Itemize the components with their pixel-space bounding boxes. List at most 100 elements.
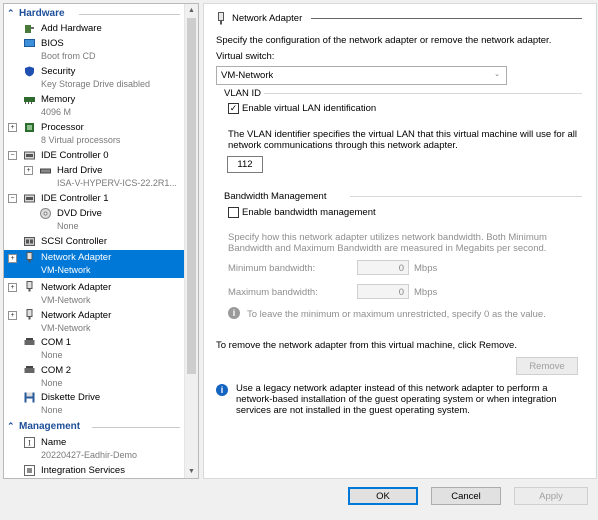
vlan-id-input[interactable]: 112	[227, 156, 263, 173]
tree-item-dvd-drive[interactable]: DVD Drive None	[4, 208, 184, 234]
minimum-bandwidth-unit: Mbps	[414, 263, 438, 274]
tree-scrollbar[interactable]: ▲ ▼	[184, 4, 198, 478]
tree-item-label: Network Adapter	[41, 252, 112, 263]
tree-item-detail: Key Storage Drive disabled	[41, 79, 151, 89]
tree-item-label: Name	[41, 437, 67, 448]
tree-item-add-hardware[interactable]: Add Hardware	[4, 23, 184, 35]
memory-icon	[24, 97, 35, 104]
svg-text:I: I	[28, 439, 31, 448]
tree-item-ide-controller-0[interactable]: − IDE Controller 0	[4, 150, 184, 162]
tree-item-detail: 4096 M	[41, 107, 72, 117]
collapse-icon[interactable]: −	[8, 151, 17, 160]
tree-item-diskette-drive[interactable]: Diskette Drive None	[4, 392, 184, 418]
tree-item-label: BIOS	[41, 38, 64, 49]
tree-item-security[interactable]: Security Key Storage Drive disabled	[4, 66, 184, 92]
dialog-button-bar: OK Cancel Apply	[0, 479, 598, 520]
expand-icon[interactable]: +	[8, 311, 17, 320]
tree-item-label: Integration Services	[41, 465, 125, 476]
tree-item-detail: 20220427-Eadhir-Demo	[41, 450, 138, 460]
legacy-note-line2: network-based installation of the guest …	[236, 394, 557, 405]
management-section-header[interactable]: ⌃ Management	[4, 421, 184, 433]
scroll-down-icon[interactable]: ▼	[185, 465, 198, 478]
scsi-controller-icon	[24, 237, 35, 246]
tree-item-com-1[interactable]: COM 1 None	[4, 337, 184, 363]
tree-item-memory[interactable]: Memory 4096 M	[4, 94, 184, 120]
tree-item-integration-services[interactable]: Integration Services	[4, 465, 184, 477]
legacy-note-line3: services are not installed in the guest …	[236, 405, 470, 416]
expand-icon[interactable]: +	[8, 254, 17, 263]
shield-icon	[25, 66, 34, 77]
tree-item-label: IDE Controller 0	[41, 150, 109, 161]
com-port-icon	[24, 338, 35, 345]
header-divider	[79, 14, 180, 15]
bandwidth-group-title: Bandwidth Management	[224, 191, 327, 202]
tree-item-hard-drive[interactable]: + Hard Drive ISA-V-HYPERV-ICS-22.2R1...	[4, 165, 184, 191]
com-port-icon	[24, 366, 35, 373]
tree-item-bios[interactable]: BIOS Boot from CD	[4, 38, 184, 64]
minimum-bandwidth-input[interactable]: 0	[357, 260, 409, 275]
remove-instructions: To remove the network adapter from this …	[216, 340, 517, 351]
ide-controller-icon	[24, 151, 35, 160]
collapse-icon[interactable]: −	[8, 194, 17, 203]
virtual-switch-value: VM-Network	[221, 70, 274, 81]
settings-panel: Network Adapter Specify the configuratio…	[203, 3, 597, 479]
tree-item-network-adapter-1[interactable]: + Network Adapter VM-Network	[4, 250, 184, 278]
tree-item-label: Network Adapter	[41, 310, 112, 321]
vlan-group-divider	[264, 93, 582, 94]
collapse-chevron-icon[interactable]: ⌃	[7, 8, 15, 19]
scroll-up-icon[interactable]: ▲	[185, 4, 198, 17]
hardware-section-header[interactable]: ⌃ Hardware	[4, 8, 184, 20]
tree-item-label: Add Hardware	[41, 23, 102, 34]
legacy-note-line1: Use a legacy network adapter instead of …	[236, 383, 548, 394]
tree-item-detail: None	[41, 350, 63, 360]
collapse-chevron-icon[interactable]: ⌃	[7, 421, 15, 432]
tree-item-ide-controller-1[interactable]: − IDE Controller 1	[4, 193, 184, 205]
bios-icon	[24, 39, 35, 47]
dvd-drive-icon	[40, 208, 51, 219]
settings-tree[interactable]: ⌃ Hardware Add Hardware BIOS Boot from C…	[3, 3, 199, 479]
scrollbar-thumb[interactable]	[187, 18, 196, 374]
name-icon: I	[24, 437, 35, 448]
integration-services-icon	[24, 465, 35, 476]
tree-item-label: IDE Controller 1	[41, 193, 109, 204]
virtual-switch-label: Virtual switch:	[216, 51, 275, 62]
tree-item-label: Diskette Drive	[41, 392, 101, 403]
cancel-button[interactable]: Cancel	[431, 487, 501, 505]
tree-item-label: DVD Drive	[57, 208, 102, 219]
tree-item-label: Processor	[41, 122, 84, 133]
ok-button[interactable]: OK	[348, 487, 418, 505]
panel-description: Specify the configuration of the network…	[216, 35, 552, 46]
tree-item-label: Hard Drive	[57, 165, 103, 176]
add-hardware-icon	[25, 25, 34, 33]
network-adapter-icon	[218, 12, 224, 25]
bandwidth-checkbox[interactable]	[228, 207, 239, 218]
hard-drive-icon	[40, 168, 51, 174]
tree-item-scsi-controller[interactable]: SCSI Controller	[4, 236, 184, 248]
tree-item-network-adapter-3[interactable]: + Network Adapter VM-Network	[4, 308, 184, 334]
expand-icon[interactable]: +	[8, 123, 17, 132]
expand-icon[interactable]: +	[24, 166, 33, 175]
remove-button[interactable]: Remove	[516, 357, 578, 375]
expand-icon[interactable]: +	[8, 283, 17, 292]
tree-item-detail: 8 Virtual processors	[41, 135, 121, 145]
vlan-checkbox[interactable]: ✓	[228, 103, 239, 114]
info-icon: i	[216, 384, 228, 396]
tree-item-label: Network Adapter	[41, 282, 112, 293]
tree-item-detail: None	[41, 378, 63, 388]
tree-item-detail: ISA-V-HYPERV-ICS-22.2R1...	[57, 178, 177, 188]
minimum-bandwidth-label: Minimum bandwidth:	[228, 263, 316, 274]
network-adapter-icon	[26, 309, 33, 320]
tree-item-network-adapter-2[interactable]: + Network Adapter VM-Network	[4, 280, 184, 306]
virtual-switch-select[interactable]: VM-Network ⌄	[216, 66, 507, 85]
tree-item-name[interactable]: I Name 20220427-Eadhir-Demo	[4, 437, 184, 463]
tree-item-detail: None	[41, 405, 63, 415]
tree-item-processor[interactable]: + Processor 8 Virtual processors	[4, 122, 184, 148]
tree-item-com-2[interactable]: COM 2 None	[4, 365, 184, 391]
tree-item-label: COM 2	[41, 365, 72, 376]
title-divider	[311, 18, 582, 19]
tree-item-label: Security	[41, 66, 76, 77]
maximum-bandwidth-input[interactable]: 0	[357, 284, 409, 299]
apply-button[interactable]: Apply	[514, 487, 588, 505]
bandwidth-description-line2: Bandwidth and Maximum Bandwidth are meas…	[228, 243, 547, 254]
maximum-bandwidth-label: Maximum bandwidth:	[228, 287, 318, 298]
